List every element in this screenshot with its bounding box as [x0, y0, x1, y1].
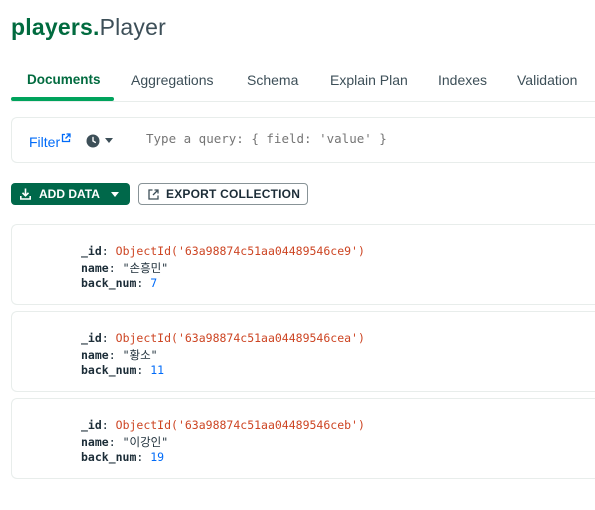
field-id: _id: ObjectId('63a98874c51aa04489546ceb'… [81, 418, 365, 432]
export-icon [148, 189, 159, 200]
export-collection-label: EXPORT COLLECTION [166, 187, 301, 201]
title-separator: . [92, 14, 100, 40]
tab-indexes[interactable]: Indexes [438, 72, 487, 88]
filter-link[interactable]: Filter [29, 133, 71, 150]
field-back-num: back_num: 7 [81, 276, 158, 290]
query-input[interactable] [146, 131, 586, 146]
document-card[interactable]: _id: ObjectId('63a98874c51aa04489546ce9'… [11, 224, 595, 305]
field-id: _id: ObjectId('63a98874c51aa04489546cea'… [81, 331, 365, 345]
add-data-label: ADD DATA [39, 187, 100, 201]
collection-name: Player [99, 14, 166, 40]
field-back-num: back_num: 11 [81, 363, 165, 377]
filter-label: Filter [29, 134, 61, 150]
tab-aggregations[interactable]: Aggregations [131, 72, 214, 88]
field-id: _id: ObjectId('63a98874c51aa04489546ce9'… [81, 244, 365, 258]
document-card[interactable]: _id: ObjectId('63a98874c51aa04489546cea'… [11, 311, 595, 392]
tab-explain-plan[interactable]: Explain Plan [330, 72, 408, 88]
chevron-down-icon [105, 138, 113, 143]
tab-documents[interactable]: Documents [27, 72, 101, 87]
query-history-button[interactable] [86, 133, 118, 149]
page-title: players.Player [11, 14, 166, 41]
database-name: players [11, 14, 93, 40]
export-collection-button[interactable]: EXPORT COLLECTION [138, 183, 308, 205]
add-data-button[interactable]: ADD DATA [11, 183, 130, 205]
external-link-icon [61, 133, 71, 143]
tab-schema[interactable]: Schema [247, 72, 298, 88]
query-bar: Filter [11, 117, 595, 163]
active-tab-indicator [11, 97, 114, 101]
document-card[interactable]: _id: ObjectId('63a98874c51aa04489546ceb'… [11, 398, 595, 479]
field-name: name: "이강인" [81, 435, 169, 449]
tab-bar: Documents Aggregations Schema Explain Pl… [11, 60, 595, 102]
download-icon [20, 188, 31, 200]
tab-validation[interactable]: Validation [517, 72, 577, 88]
chevron-down-icon [111, 192, 119, 197]
clock-icon [86, 134, 100, 148]
field-back-num: back_num: 19 [81, 450, 165, 464]
field-name: name: "황소" [81, 348, 158, 362]
field-name: name: "손흥민" [81, 261, 169, 275]
